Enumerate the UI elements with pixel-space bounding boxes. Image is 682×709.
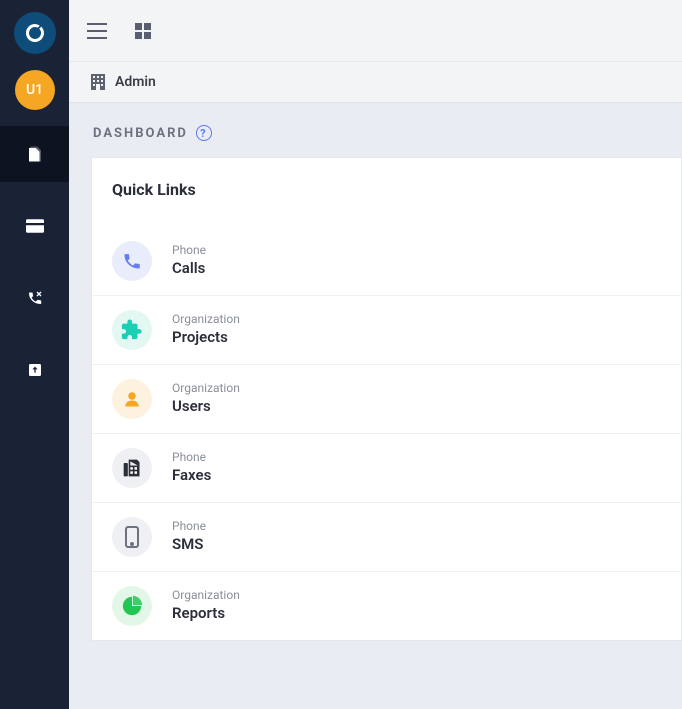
sidebar-item-pages[interactable]: [0, 126, 69, 182]
archive-icon: [27, 362, 43, 378]
quick-link-category: Organization: [172, 312, 240, 328]
user-icon: [112, 379, 152, 419]
quick-link-category: Phone: [172, 519, 206, 535]
quick-link-label: Faxes: [172, 466, 211, 486]
quick-link-category: Organization: [172, 381, 240, 397]
avatar[interactable]: U1: [15, 70, 55, 110]
quick-links-list: PhoneCallsOrganizationProjectsOrganizati…: [92, 227, 681, 640]
quick-link-faxes[interactable]: PhoneFaxes: [92, 434, 681, 503]
mobile-icon: [112, 517, 152, 557]
sidebar-item-billing[interactable]: [0, 198, 69, 254]
main: Admin DASHBOARD ? Quick Links PhoneCalls…: [69, 0, 682, 709]
grid-icon[interactable]: [135, 23, 151, 39]
page-title: DASHBOARD: [93, 126, 188, 141]
quick-link-sms[interactable]: PhoneSMS: [92, 503, 681, 572]
puzzle-icon: [112, 310, 152, 350]
card-icon: [26, 219, 44, 233]
breadcrumb-label: Admin: [115, 74, 156, 90]
quick-link-projects[interactable]: OrganizationProjects: [92, 296, 681, 365]
quick-link-label: Users: [172, 397, 240, 417]
phone-icon: [27, 290, 43, 306]
quick-links-title: Quick Links: [92, 180, 681, 199]
quick-link-label: Projects: [172, 328, 240, 348]
quick-links-card: Quick Links PhoneCallsOrganizationProjec…: [91, 157, 682, 641]
menu-icon[interactable]: [87, 23, 107, 39]
fax-icon: [112, 448, 152, 488]
page-title-row: DASHBOARD ?: [69, 103, 682, 151]
quick-link-users[interactable]: OrganizationUsers: [92, 365, 681, 434]
breadcrumb: Admin: [69, 62, 682, 103]
logo-icon: [23, 21, 47, 45]
quick-link-label: Calls: [172, 259, 206, 279]
topbar: [69, 0, 682, 62]
phone-icon: [112, 241, 152, 281]
sidebar-item-phone[interactable]: [0, 270, 69, 326]
help-icon[interactable]: ?: [196, 125, 212, 141]
building-icon: [91, 74, 105, 90]
quick-link-category: Organization: [172, 588, 240, 604]
logo[interactable]: [14, 12, 56, 54]
quick-link-label: SMS: [172, 535, 206, 555]
pages-icon: [26, 145, 44, 163]
quick-link-category: Phone: [172, 450, 211, 466]
quick-link-category: Phone: [172, 243, 206, 259]
quick-link-reports[interactable]: OrganizationReports: [92, 572, 681, 640]
sidebar: U1: [0, 0, 69, 709]
quick-link-calls[interactable]: PhoneCalls: [92, 227, 681, 296]
quick-link-label: Reports: [172, 604, 240, 624]
avatar-text: U1: [26, 82, 43, 98]
pie-icon: [112, 586, 152, 626]
sidebar-item-archive[interactable]: [0, 342, 69, 398]
